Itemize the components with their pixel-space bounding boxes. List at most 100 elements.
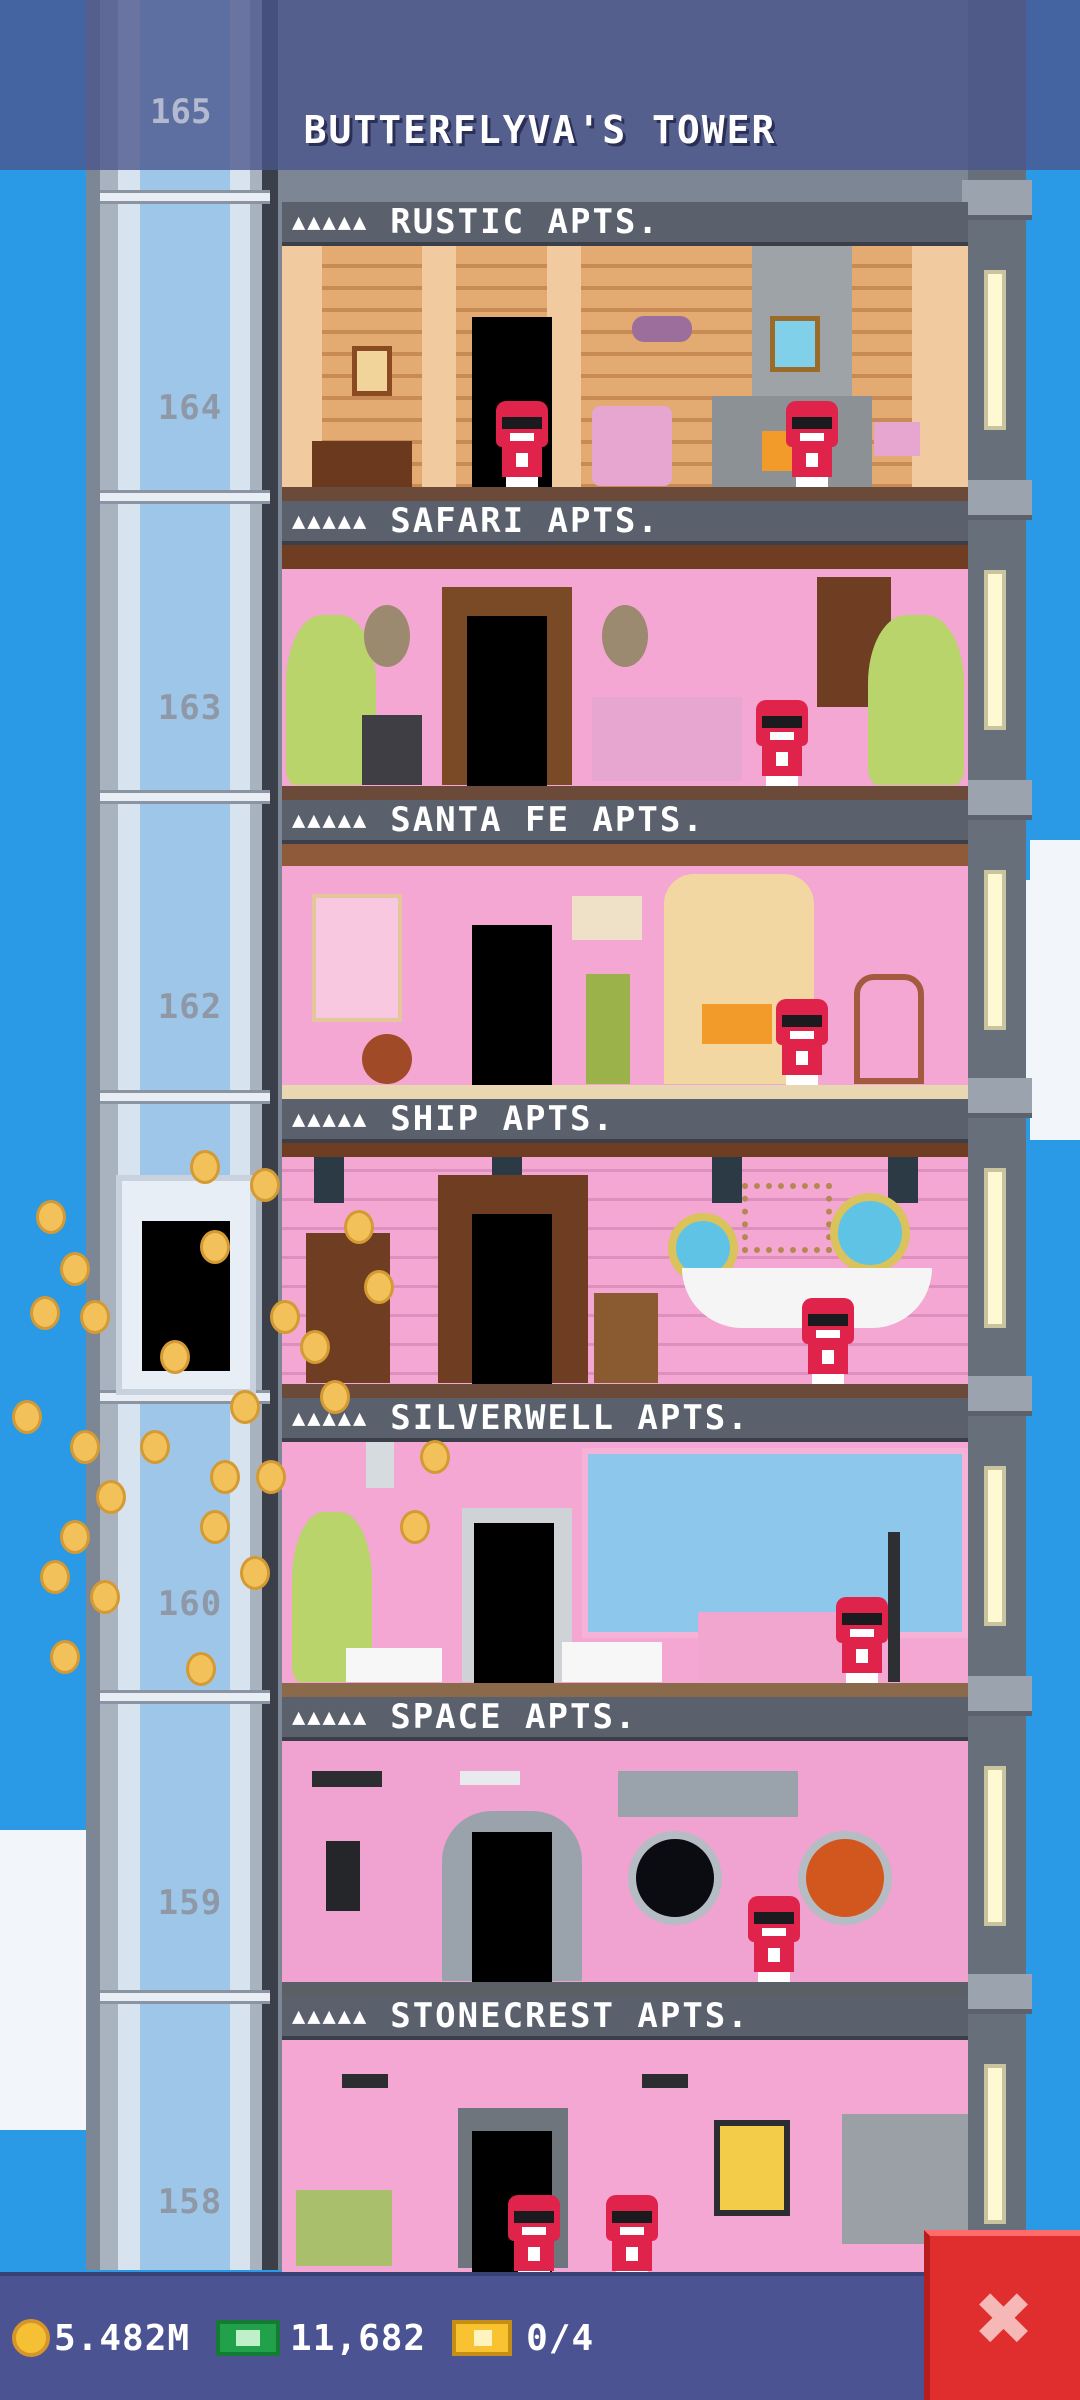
close-icon: ✖ bbox=[976, 2262, 1034, 2374]
shaft-band bbox=[100, 1990, 270, 2004]
bitizen-body bbox=[782, 1045, 822, 1075]
tribal-mask-icon bbox=[602, 605, 648, 667]
floor-silverwell[interactable]: ▲▲▲▲▲ SILVERWELL APTS. bbox=[282, 1398, 968, 1697]
floor-space[interactable]: ▲▲▲▲▲ SPACE APTS. bbox=[282, 1697, 968, 1996]
column-cap bbox=[962, 1676, 1032, 1716]
tickets-counter[interactable]: 0/4 bbox=[452, 2318, 594, 2359]
framed-picture-icon bbox=[714, 2120, 790, 2216]
bux-counter[interactable]: 11,682 bbox=[216, 2318, 426, 2359]
bitizen-mouth bbox=[770, 732, 794, 740]
room-door[interactable] bbox=[467, 616, 547, 786]
bitizen-red[interactable] bbox=[744, 1896, 804, 1982]
floor-rustic[interactable]: ▲▲▲▲▲ RUSTIC APTS. bbox=[282, 202, 968, 501]
floor-ground bbox=[282, 1085, 968, 1099]
floor-name: STONECREST APTS. bbox=[390, 1996, 750, 2036]
coin-particle-icon bbox=[364, 1270, 394, 1304]
floor-number: 159 bbox=[157, 1883, 223, 1923]
coin-particle-icon bbox=[80, 1300, 110, 1334]
coin-particle-icon bbox=[250, 1168, 280, 1202]
shaft-band bbox=[100, 790, 270, 804]
floor-sign: ▲▲▲▲▲ STONECREST APTS. bbox=[282, 1996, 968, 2040]
coin-particle-icon bbox=[50, 1640, 80, 1674]
floor-stars: ▲▲▲▲▲ bbox=[292, 2003, 369, 2029]
green-armchair-icon bbox=[296, 2190, 392, 2266]
window-light bbox=[984, 1466, 1006, 1626]
bitizen-body bbox=[612, 2241, 652, 2271]
floor-stars: ▲▲▲▲▲ bbox=[292, 807, 369, 833]
bitizen-mouth bbox=[850, 1629, 874, 1637]
room-door[interactable] bbox=[472, 1214, 552, 1384]
bitizen-visor bbox=[808, 1314, 848, 1326]
coin-particle-icon bbox=[200, 1230, 230, 1264]
floor-name: SILVERWELL APTS. bbox=[390, 1398, 750, 1438]
column-cap bbox=[962, 780, 1032, 820]
bitizen-legs bbox=[796, 477, 828, 487]
bitizen-red[interactable] bbox=[752, 700, 812, 786]
bitizen-red[interactable] bbox=[782, 401, 842, 487]
tower-title[interactable]: BUTTERFLYVA'S TOWER bbox=[0, 108, 1080, 152]
potted-plant-icon bbox=[586, 974, 630, 1084]
log-pillar bbox=[547, 246, 581, 501]
bitizen-red[interactable] bbox=[798, 1298, 858, 1384]
coin-particle-icon bbox=[190, 1150, 220, 1184]
room-top-trim bbox=[282, 844, 968, 866]
cow-skull-icon bbox=[572, 896, 642, 940]
bux-value: 11,682 bbox=[290, 2317, 427, 2359]
bitizen-red[interactable] bbox=[772, 999, 832, 1085]
floor-stonecrest[interactable]: ▲▲▲▲▲ STONECREST APTS. bbox=[282, 1996, 968, 2295]
coin-particle-icon bbox=[210, 1460, 240, 1494]
bux-icon bbox=[216, 2320, 281, 2356]
window-light bbox=[984, 270, 1006, 430]
bitizen-red[interactable] bbox=[832, 1597, 892, 1683]
wall-panel-icon bbox=[326, 1841, 360, 1911]
bitizen-visor bbox=[514, 2211, 554, 2223]
shaft-band bbox=[100, 490, 270, 504]
tribal-mask-icon bbox=[364, 605, 410, 667]
floor-name: SAFARI APTS. bbox=[390, 501, 660, 541]
coin-particle-icon bbox=[90, 1580, 120, 1614]
floor-number: 158 bbox=[157, 2182, 223, 2222]
column-cap bbox=[962, 1974, 1032, 2014]
shaft-band bbox=[100, 1690, 270, 1704]
floor-stars: ▲▲▲▲▲ bbox=[292, 1704, 369, 1730]
room-interior bbox=[282, 1741, 968, 1996]
floor-number: 164 bbox=[157, 388, 223, 428]
floor-safari[interactable]: ▲▲▲▲▲ SAFARI APTS. bbox=[282, 501, 968, 800]
room-door[interactable] bbox=[472, 1832, 552, 1982]
window-light bbox=[984, 570, 1006, 730]
floor-name: RUSTIC APTS. bbox=[390, 202, 660, 242]
shaft-rail bbox=[262, 0, 278, 2270]
rope-net-icon bbox=[742, 1183, 832, 1253]
column-cap bbox=[962, 1078, 1032, 1118]
coin-particle-icon bbox=[256, 1460, 286, 1494]
room-interior bbox=[282, 2040, 968, 2295]
room-interior bbox=[282, 1442, 968, 1697]
bitizen-red[interactable] bbox=[492, 401, 552, 487]
bitizen-legs bbox=[846, 1673, 878, 1683]
floor-stars: ▲▲▲▲▲ bbox=[292, 1106, 369, 1132]
coin-particle-icon bbox=[230, 1390, 260, 1424]
coin-particle-icon bbox=[140, 1430, 170, 1464]
bitizen-mouth bbox=[790, 1031, 814, 1039]
window-light bbox=[984, 1168, 1006, 1328]
room-door[interactable] bbox=[472, 925, 552, 1085]
bitizen-visor bbox=[842, 1613, 882, 1625]
floor-ship[interactable]: ▲▲▲▲▲ SHIP APTS. bbox=[282, 1099, 968, 1398]
elevator-shaft[interactable] bbox=[100, 0, 270, 2270]
bitizen-visor bbox=[502, 417, 542, 429]
bitizen-red[interactable] bbox=[602, 2195, 662, 2281]
bitizen-red[interactable] bbox=[504, 2195, 564, 2281]
room-door[interactable] bbox=[474, 1523, 554, 1683]
room-interior bbox=[282, 844, 968, 1099]
coin-particle-icon bbox=[344, 1210, 374, 1244]
floor-santa-fe[interactable]: ▲▲▲▲▲ SANTA FE APTS. bbox=[282, 800, 968, 1099]
floor-sign: ▲▲▲▲▲ SHIP APTS. bbox=[282, 1099, 968, 1143]
log-pillar bbox=[422, 246, 456, 501]
kitchen-cabinet-icon bbox=[842, 2114, 968, 2244]
bitizen-legs bbox=[786, 1075, 818, 1085]
coin-particle-icon bbox=[270, 1300, 300, 1334]
close-button[interactable]: ✖ bbox=[924, 2230, 1080, 2400]
large-window-icon bbox=[582, 1448, 968, 1638]
coins-counter[interactable]: 5.482M bbox=[12, 2318, 190, 2359]
bitizen-body bbox=[754, 1942, 794, 1972]
